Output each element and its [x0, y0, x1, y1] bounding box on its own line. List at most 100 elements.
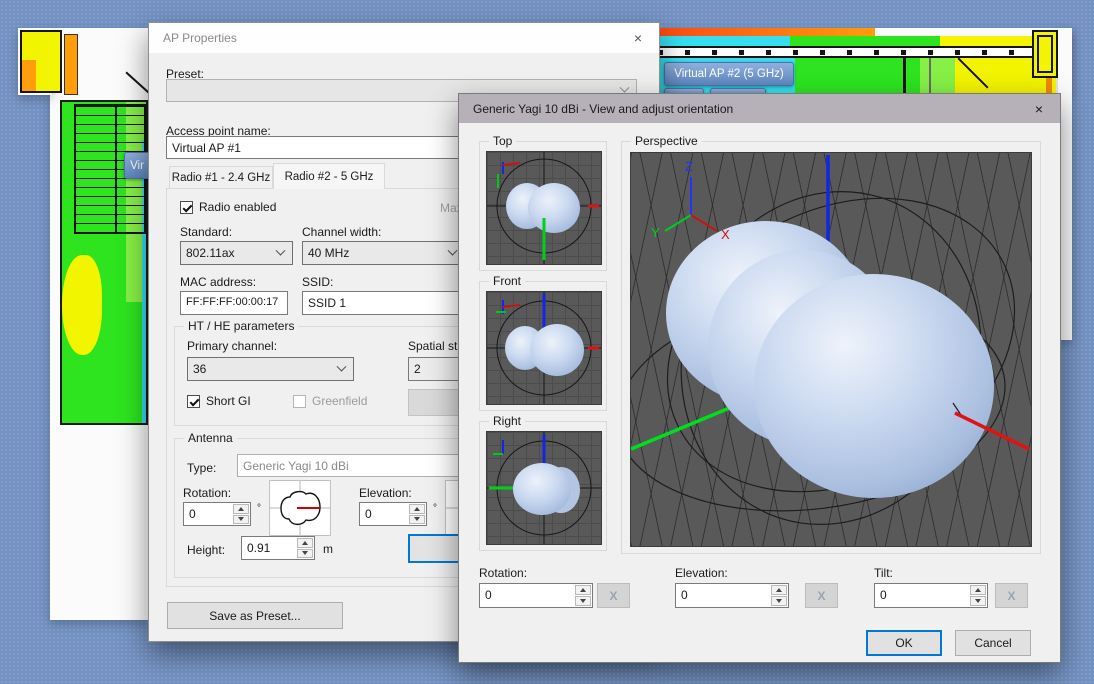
yagi-dialog-title: Generic Yagi 10 dBi - View and adjust or… [459, 102, 1018, 116]
standard-combobox[interactable]: 802.11ax [180, 241, 293, 265]
right-view-canvas[interactable] [486, 431, 602, 545]
save-as-preset-button[interactable]: Save as Preset... [167, 602, 343, 629]
chevron-down-icon [620, 83, 630, 93]
yagi-dialog-titlebar[interactable]: Generic Yagi 10 dBi - View and adjust or… [459, 94, 1060, 123]
degree-symbol: ° [433, 503, 437, 514]
right-view-group: Right [479, 421, 607, 551]
antenna-type-input[interactable]: Generic Yagi 10 dBi [237, 454, 465, 477]
x-axis-label: X [721, 227, 730, 242]
spinner-down-button[interactable] [771, 596, 787, 606]
right-wall-yellow-block [1032, 30, 1058, 78]
spinner-up-button[interactable] [409, 504, 425, 514]
ok-button[interactable]: OK [866, 630, 942, 656]
height-spinner[interactable]: 0.91 [241, 536, 315, 560]
elevation-spinner[interactable]: 0 [359, 502, 427, 526]
short-gi-label: Short GI [206, 394, 251, 408]
ap-dialog-titlebar[interactable]: AP Properties × [149, 23, 659, 53]
ap-dialog-title: AP Properties [149, 31, 617, 45]
chevron-down-icon [337, 361, 347, 371]
radio-enabled-label: Radio enabled [199, 200, 276, 214]
spinner-down-button[interactable] [409, 515, 425, 525]
channel-width-combobox[interactable]: 40 MHz [302, 241, 465, 265]
spinner-up-button[interactable] [233, 504, 249, 514]
yagi-tilt-clear-button[interactable]: X [995, 583, 1028, 608]
z-axis-label: Z [685, 159, 693, 174]
spinner-down-button[interactable] [297, 549, 313, 559]
spinner-down-button[interactable] [575, 596, 591, 606]
ap1-label[interactable]: Vir [124, 152, 150, 179]
rotation-spinner[interactable]: 0 [183, 502, 251, 526]
yagi-orientation-dialog: Generic Yagi 10 dBi - View and adjust or… [458, 93, 1061, 663]
greenfield-label: Greenfield [312, 394, 367, 408]
ssid-label: SSID: [302, 275, 333, 289]
channel-width-label: Channel width: [302, 225, 381, 239]
tab-radio-1[interactable]: Radio #1 - 2.4 GHz [169, 166, 273, 189]
greenfield-checkbox[interactable]: Greenfield [293, 394, 367, 408]
yagi-elevation-label: Elevation: [675, 566, 728, 580]
chevron-down-icon [448, 245, 458, 255]
front-view-group: Front [479, 281, 607, 411]
spinner-up-button[interactable] [575, 585, 591, 595]
spinner-down-button[interactable] [233, 515, 249, 525]
yagi-tilt-spinner[interactable]: 0 [874, 583, 988, 608]
yagi-tilt-label: Tilt: [874, 566, 893, 580]
spinner-up-button[interactable] [297, 538, 313, 548]
right-view-label: Right [489, 414, 525, 428]
radio-enabled-checkbox[interactable]: Radio enabled [180, 200, 276, 214]
close-icon[interactable]: × [617, 30, 659, 46]
desktop: Virtual AP #2 (5 GHz) Vir AP Properties … [0, 0, 1094, 684]
tab-radio-2[interactable]: Radio #2 - 5 GHz [273, 163, 385, 189]
yagi-elevation-clear-button[interactable]: X [805, 583, 838, 608]
heatmap-upper-green [790, 36, 940, 46]
yagi-rotation-spinner[interactable]: 0 [479, 583, 593, 608]
yagi-rotation-clear-button[interactable]: X [597, 583, 630, 608]
exterior-wall [658, 46, 1058, 58]
primary-channel-combobox[interactable]: 36 [187, 357, 354, 381]
checkbox-checked-icon [187, 395, 200, 408]
degree-symbol: ° [257, 503, 261, 514]
primary-channel-label: Primary channel: [187, 339, 277, 353]
antenna-group-label: Antenna [184, 431, 237, 445]
checkbox-checked-icon [180, 201, 193, 214]
heatmap-upper-cyan [655, 36, 790, 46]
top-view-label: Top [489, 134, 516, 148]
mac-input[interactable]: FF:FF:FF:00:00:17 [180, 291, 288, 315]
height-unit-label: m [323, 542, 333, 556]
heatmap-lower-green [795, 58, 920, 95]
checkbox-unchecked-icon [293, 395, 306, 408]
yagi-rotation-label: Rotation: [479, 566, 527, 580]
top-view-group: Top [479, 141, 607, 271]
perspective-label: Perspective [631, 134, 702, 148]
ssid-input[interactable]: SSID 1 [302, 291, 465, 315]
ap2-label[interactable]: Virtual AP #2 (5 GHz) [664, 62, 794, 86]
y-axis-label: Y [651, 225, 660, 240]
ap2-label-text: Virtual AP #2 (5 GHz) [674, 68, 784, 80]
cancel-button[interactable]: Cancel [955, 630, 1031, 656]
perspective-canvas[interactable]: Z Y X [630, 152, 1032, 547]
height-label: Height: [187, 543, 225, 557]
elevation-label: Elevation: [359, 486, 412, 500]
heatmap-red-band [655, 28, 875, 36]
ap1-label-text: Vir [130, 160, 144, 172]
perspective-group: Perspective [621, 141, 1041, 554]
short-gi-checkbox[interactable]: Short GI [187, 394, 251, 408]
heatmap-lower-lightgreen [920, 58, 955, 95]
heatmap-orange-sliver [64, 34, 78, 95]
antenna-type-label: Type: [187, 461, 216, 475]
top-view-canvas[interactable] [486, 151, 602, 265]
chevron-down-icon [276, 245, 286, 255]
interior-wall-2 [929, 58, 931, 95]
spinner-up-button[interactable] [970, 585, 986, 595]
close-icon[interactable]: × [1018, 101, 1060, 117]
rotation-pattern-preview [269, 480, 331, 536]
standard-label: Standard: [180, 225, 232, 239]
heatmap-topleft-orange [22, 60, 36, 91]
ht-he-group-label: HT / HE parameters [184, 319, 298, 333]
mac-label: MAC address: [180, 275, 256, 289]
spinner-down-button[interactable] [970, 596, 986, 606]
spinner-up-button[interactable] [771, 585, 787, 595]
rotation-label: Rotation: [183, 486, 231, 500]
yagi-elevation-spinner[interactable]: 0 [675, 583, 789, 608]
front-view-canvas[interactable] [486, 291, 602, 405]
heatmap-yellow-patch [62, 255, 102, 355]
